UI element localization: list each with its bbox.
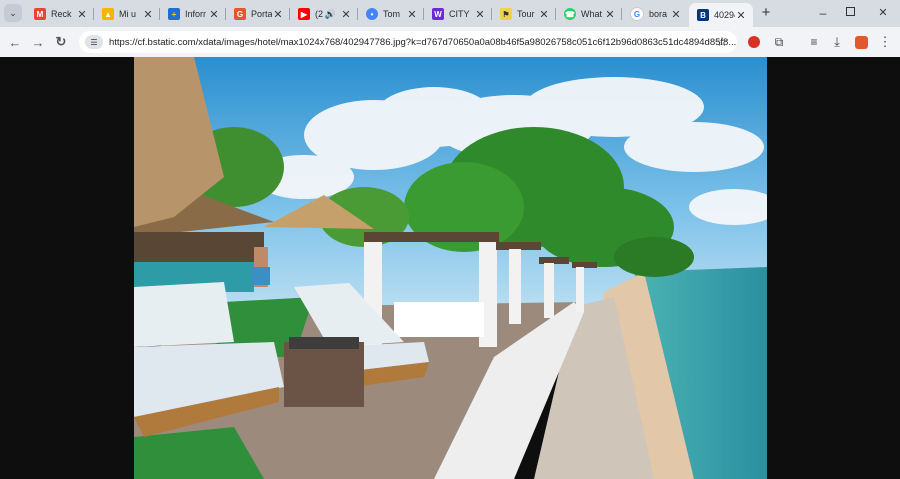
- google-icon: G: [630, 7, 644, 21]
- url-text[interactable]: https://cf.bstatic.com/xdata/images/hote…: [109, 37, 737, 48]
- extension-button[interactable]: [745, 33, 763, 51]
- tab-6[interactable]: • Tom ✕: [358, 3, 424, 25]
- close-window-button[interactable]: ✕: [876, 6, 890, 20]
- minimize-button[interactable]: –: [815, 6, 831, 20]
- menu-button[interactable]: ⋮: [876, 33, 894, 51]
- tab-11-active[interactable]: B 40294 ✕: [689, 3, 753, 27]
- close-icon[interactable]: ✕: [272, 8, 284, 21]
- tab-title: Inforr: [185, 9, 207, 19]
- downloads-button[interactable]: ⤓: [828, 33, 846, 51]
- profile-avatar-icon: [854, 35, 868, 49]
- puzzle-icon: ⧉: [774, 34, 784, 49]
- star-icon: ☆: [716, 34, 728, 49]
- tab-title: Mi u: [119, 9, 137, 19]
- tab-title: 40294: [714, 10, 735, 20]
- profile-button[interactable]: [852, 33, 870, 51]
- maps-pin-icon: •: [366, 8, 378, 20]
- tab-title: (2: [315, 9, 324, 19]
- address-bar[interactable]: ☰ https://cf.bstatic.com/xdata/images/ho…: [79, 31, 737, 53]
- close-icon[interactable]: ✕: [406, 8, 418, 21]
- close-icon[interactable]: ✕: [76, 8, 88, 21]
- tab-8[interactable]: ⚑ Tour ✕: [492, 3, 556, 25]
- youtube-icon: ▶: [298, 8, 310, 20]
- close-icon[interactable]: ✕: [670, 8, 682, 21]
- arrow-left-icon: ←: [8, 34, 22, 50]
- whatsapp-icon: ☎: [564, 8, 576, 20]
- new-tab-button[interactable]: +: [758, 5, 774, 21]
- media-controls-button[interactable]: ≡: [805, 33, 823, 51]
- tab-title: bora: [649, 9, 668, 19]
- close-icon[interactable]: ✕: [538, 8, 550, 21]
- tab-3[interactable]: + Inforr ✕: [160, 3, 226, 25]
- tab-10[interactable]: G bora ✕: [622, 3, 688, 25]
- tab-1[interactable]: M Reck ✕: [26, 3, 94, 25]
- close-icon[interactable]: ✕: [474, 8, 486, 21]
- beach-cabana-photo: [134, 57, 767, 479]
- speaker-icon[interactable]: 🔊: [325, 9, 336, 20]
- tab-title: Portal: [251, 9, 272, 19]
- reload-button[interactable]: ↻: [52, 33, 70, 51]
- sweden-flag-icon: +: [168, 8, 180, 20]
- drive-icon: ▲: [102, 8, 114, 20]
- site-info-icon[interactable]: ☰: [85, 35, 103, 49]
- close-icon[interactable]: ✕: [604, 8, 616, 21]
- restore-button[interactable]: [846, 7, 855, 16]
- extension-red-icon: [748, 36, 760, 48]
- browser-toolbar: ← → ↻ ☰ https://cf.bstatic.com/xdata/ima…: [0, 27, 900, 57]
- city-w-icon: W: [432, 8, 444, 20]
- portal-icon: G: [234, 8, 246, 20]
- media-queue-icon: ≡: [810, 35, 818, 49]
- tab-2[interactable]: ▲ Mi u ✕: [94, 3, 160, 25]
- close-icon[interactable]: ✕: [735, 9, 747, 22]
- reload-icon: ↻: [55, 34, 67, 49]
- hotel-beach-photo[interactable]: [134, 57, 767, 479]
- tab-title: What: [581, 9, 603, 19]
- close-icon[interactable]: ✕: [340, 8, 352, 21]
- extensions-menu-button[interactable]: ⧉: [770, 33, 788, 51]
- gmail-icon: M: [34, 8, 46, 20]
- image-viewer: [0, 57, 900, 479]
- tab-4[interactable]: G Portal ✕: [226, 3, 290, 25]
- tab-strip: ⌄ M Reck ✕ ▲ Mi u ✕ + Inforr ✕ G Portal …: [0, 0, 900, 27]
- download-icon: ⤓: [834, 34, 840, 49]
- tab-title: Reck: [51, 9, 72, 19]
- tab-5[interactable]: ▶ (2 🔊 ✕: [290, 3, 358, 25]
- bookmark-button[interactable]: ☆: [713, 33, 731, 51]
- tab-title: Tom: [383, 9, 401, 19]
- tour-icon: ⚑: [500, 8, 512, 20]
- booking-icon: B: [697, 9, 709, 21]
- tab-title: Tour: [517, 9, 535, 19]
- close-icon[interactable]: ✕: [208, 8, 220, 21]
- back-button[interactable]: ←: [6, 33, 24, 51]
- tab-search-button[interactable]: ⌄: [4, 4, 22, 22]
- tab-7[interactable]: W CITY ✕: [424, 3, 492, 25]
- more-vert-icon: ⋮: [878, 34, 892, 49]
- chevron-down-icon: ⌄: [9, 7, 17, 18]
- close-icon[interactable]: ✕: [142, 8, 154, 21]
- arrow-right-icon: →: [31, 34, 45, 50]
- tab-title: CITY: [449, 9, 470, 19]
- forward-button[interactable]: →: [29, 33, 47, 51]
- tab-9[interactable]: ☎ What ✕: [556, 3, 622, 25]
